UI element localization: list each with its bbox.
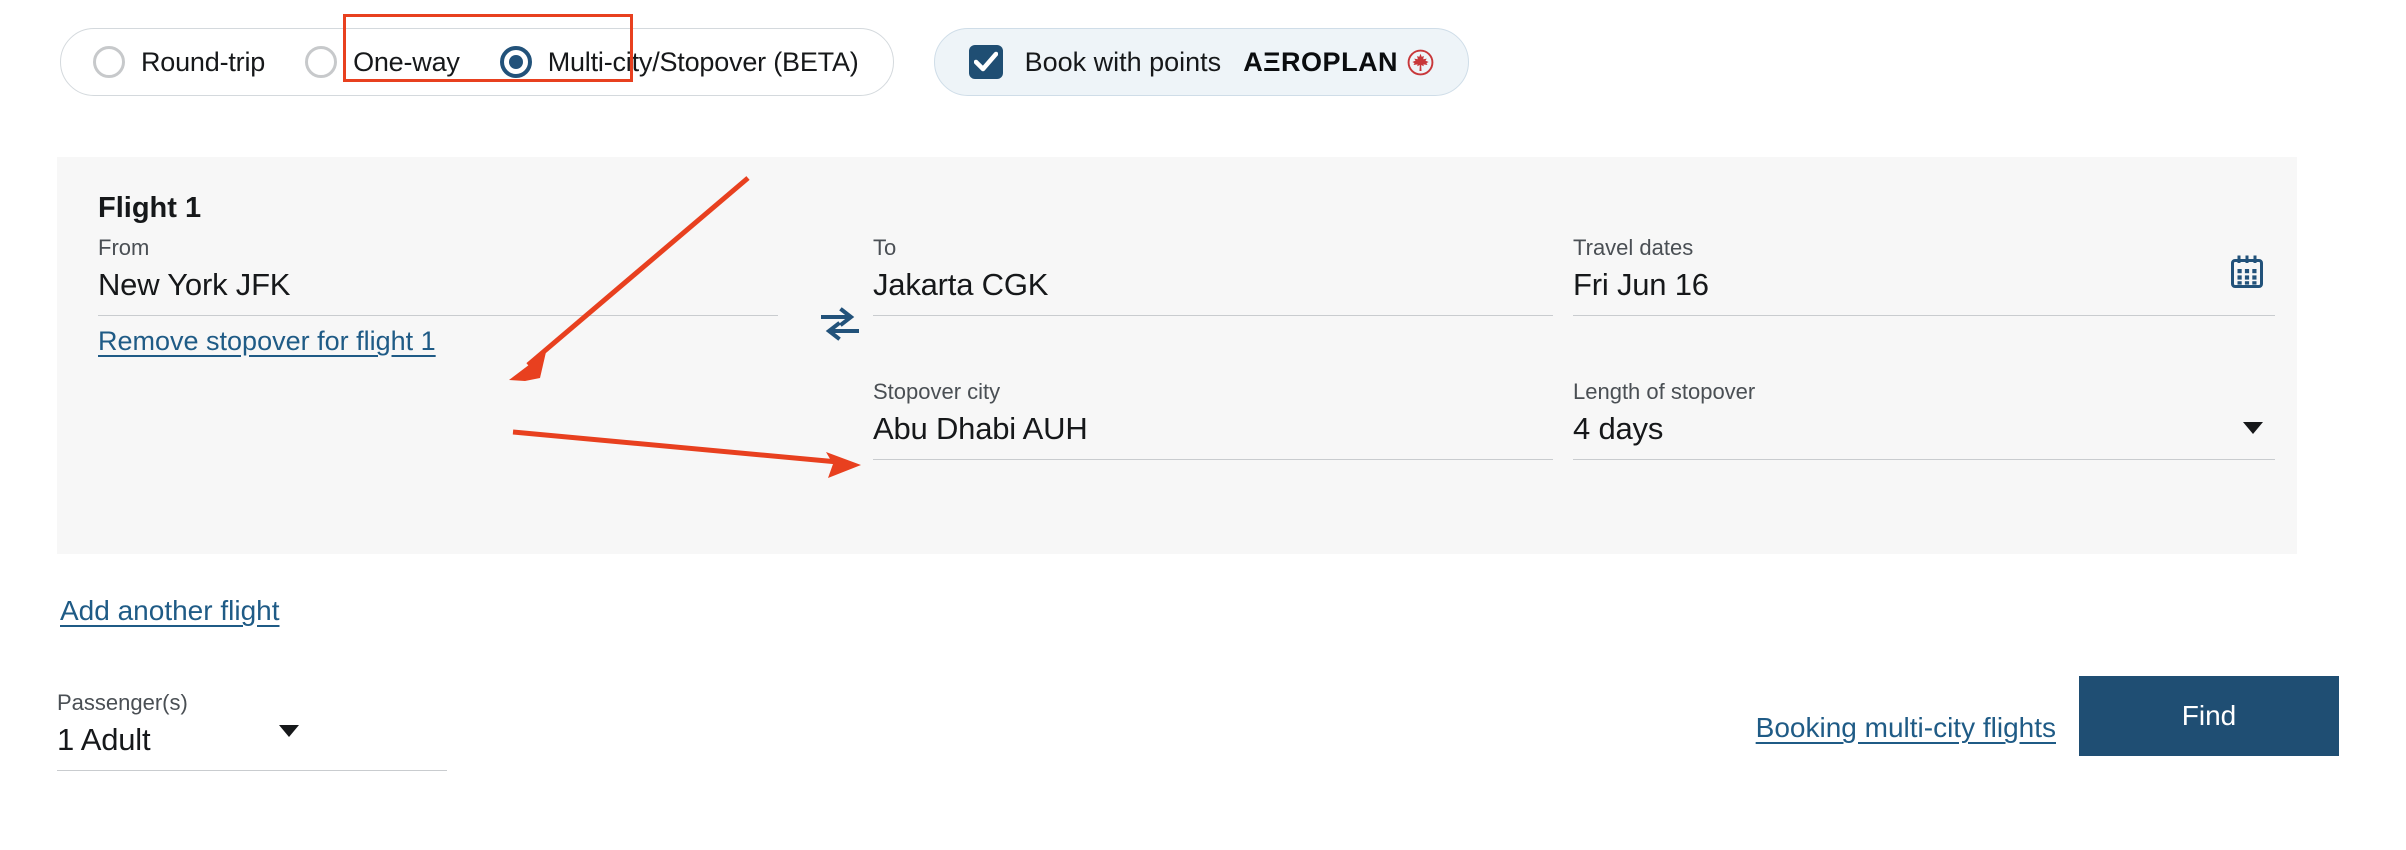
booking-multi-city-flights-link[interactable]: Booking multi-city flights	[1756, 712, 2056, 744]
flight-search-widget: Round-trip One-way Multi-city/Stopover (…	[0, 0, 2406, 850]
passengers-field[interactable]: Passenger(s) 1 Adult	[57, 690, 447, 771]
from-label: From	[98, 235, 150, 260]
passengers-underline	[57, 770, 447, 771]
open-calendar-button[interactable]	[2229, 253, 2265, 296]
stopover-city-label: Stopover city	[873, 379, 1001, 404]
to-underline	[873, 315, 1553, 316]
stopover-length-field[interactable]: Length of stopover 4 days	[1573, 379, 2275, 460]
stopover-city-value: Abu Dhabi AUH	[873, 411, 1088, 446]
flight-panel-title: Flight 1	[98, 192, 202, 224]
radio-multi-city[interactable]	[499, 46, 532, 78]
travel-dates-underline	[1573, 315, 2275, 316]
travel-dates-field[interactable]: Travel dates Fri Jun 16	[1573, 235, 2275, 316]
trip-type-option-one-way[interactable]: One-way	[305, 46, 460, 78]
remove-stopover-link[interactable]: Remove stopover for flight 1	[98, 326, 436, 357]
radio-round-trip[interactable]	[93, 46, 125, 78]
trip-type-option-round-trip[interactable]: Round-trip	[93, 46, 265, 78]
flight-1-panel: Flight 1 From New York JFK To Jakarta CG…	[57, 157, 2297, 554]
trip-type-pill: Round-trip One-way Multi-city/Stopover (…	[60, 28, 894, 96]
stopover-length-label: Length of stopover	[1573, 379, 1756, 404]
book-with-points-label: Book with points	[1024, 46, 1222, 77]
find-button[interactable]: Find	[2079, 676, 2339, 756]
swap-origin-destination-button[interactable]	[818, 304, 862, 349]
trip-type-option-multi-city[interactable]: Multi-city/Stopover (BETA)	[499, 46, 859, 78]
calendar-icon	[2231, 255, 2263, 288]
travel-dates-label: Travel dates	[1573, 235, 1694, 260]
from-underline	[98, 315, 778, 316]
maple-leaf-roundel-icon	[1407, 49, 1434, 75]
to-value: Jakarta CGK	[873, 267, 1049, 302]
passengers-chevron-down-icon[interactable]	[279, 725, 299, 737]
trip-type-label-one-way: One-way	[353, 46, 460, 77]
radio-one-way[interactable]	[305, 46, 338, 78]
stopover-length-underline	[1573, 459, 2275, 460]
stopover-city-field[interactable]: Stopover city Abu Dhabi AUH	[873, 379, 1553, 460]
aeroplan-brand: AΞROPLAN	[1243, 47, 1434, 78]
aeroplan-wordmark: AΞROPLAN	[1243, 46, 1399, 77]
passengers-value: 1 Adult	[57, 722, 151, 757]
trip-type-label-multi-city: Multi-city/Stopover (BETA)	[547, 46, 859, 77]
stopover-city-underline	[873, 459, 1553, 460]
to-label: To	[873, 235, 897, 260]
to-field[interactable]: To Jakarta CGK	[873, 235, 1553, 316]
book-with-points-checkbox[interactable]	[968, 45, 1003, 79]
check-icon	[973, 51, 998, 72]
trip-type-row: Round-trip One-way Multi-city/Stopover (…	[60, 28, 1470, 96]
add-another-flight-link[interactable]: Add another flight	[60, 595, 280, 627]
from-field[interactable]: From New York JFK	[98, 235, 778, 316]
from-value: New York JFK	[98, 267, 291, 302]
passengers-label: Passenger(s)	[57, 690, 188, 715]
swap-arrows-icon	[821, 307, 859, 341]
trip-type-label-round-trip: Round-trip	[141, 46, 266, 77]
stopover-length-value: 4 days	[1573, 411, 1664, 446]
book-with-points-toggle[interactable]: Book with points AΞROPLAN	[933, 28, 1470, 96]
travel-dates-value: Fri Jun 16	[1573, 267, 1709, 302]
chevron-down-icon[interactable]	[2243, 422, 2263, 434]
